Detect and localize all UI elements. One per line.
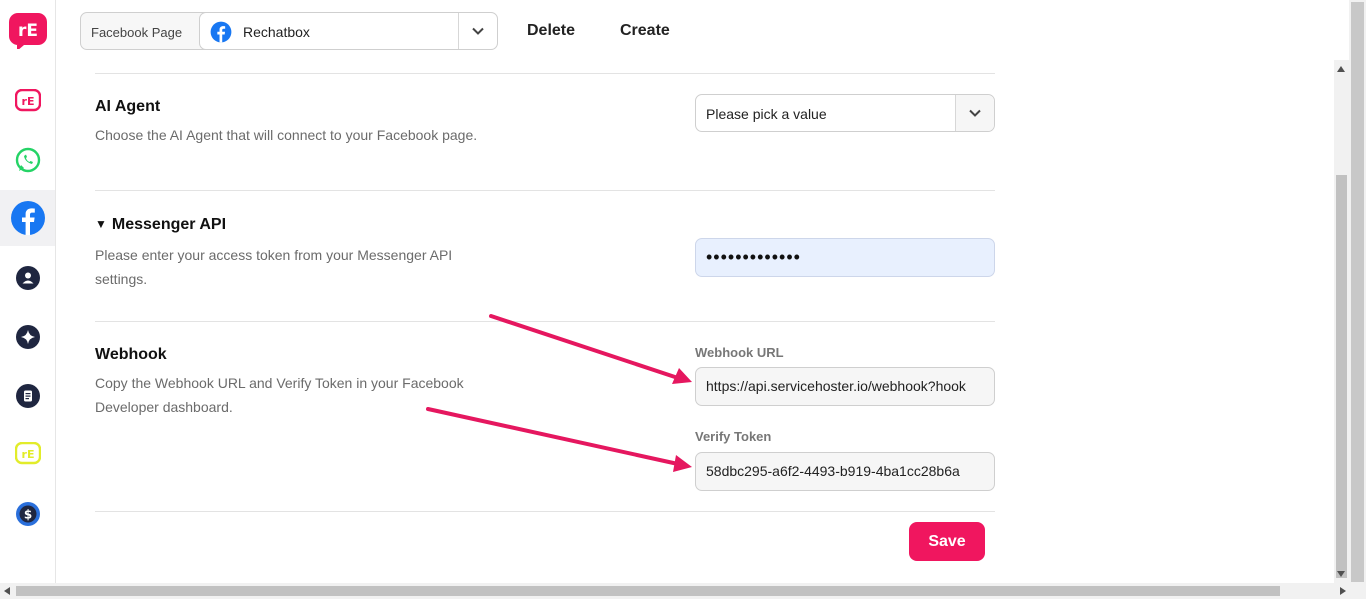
chevron-down-icon[interactable]: [458, 13, 497, 49]
ai-agent-select[interactable]: Please pick a value: [695, 94, 995, 132]
whatsapp-icon: [15, 147, 40, 173]
scrollbar-thumb[interactable]: [16, 586, 1280, 596]
verify-token-field[interactable]: 58dbc295-a6f2-4493-b919-4ba1cc28b6a: [695, 452, 995, 491]
content-vertical-scrollbar[interactable]: [1334, 60, 1349, 583]
svg-text:rE: rE: [18, 21, 38, 41]
scroll-right-icon[interactable]: [1340, 587, 1346, 595]
save-button[interactable]: Save: [909, 522, 985, 561]
caret-down-icon: ▼: [95, 217, 107, 231]
ai-agent-select-value: Please pick a value: [706, 106, 827, 122]
divider: [95, 321, 995, 322]
ai-agent-title: AI Agent: [95, 98, 161, 115]
selected-page-name: Rechatbox: [243, 24, 310, 40]
annotation-arrows: [426, 314, 692, 472]
nav-item-facebook[interactable]: [0, 190, 55, 246]
access-token-input[interactable]: •••••••••••••: [695, 238, 995, 277]
horizontal-scrollbar[interactable]: [0, 583, 1366, 599]
scroll-left-icon[interactable]: [4, 587, 10, 595]
page-vertical-scrollbar[interactable]: [1349, 0, 1366, 583]
divider: [95, 73, 995, 74]
svg-text:rE: rE: [21, 95, 34, 108]
contact-icon: [15, 266, 40, 290]
facebook-page-label: Facebook Page: [91, 25, 183, 40]
create-button[interactable]: Create: [620, 22, 670, 40]
messenger-api-title: Messenger API: [111, 216, 227, 233]
scroll-up-icon[interactable]: [1337, 66, 1345, 72]
nav-item-whatsapp[interactable]: [0, 132, 55, 188]
left-nav-rail: rE rE rE $: [0, 0, 56, 583]
rechatbox-yellow-icon: rE: [14, 442, 41, 465]
divider: [95, 190, 995, 191]
svg-text:rE: rE: [21, 448, 34, 461]
divider: [95, 511, 995, 512]
nav-item-billing[interactable]: $: [0, 486, 55, 542]
rechatbox-logo-icon: rE: [14, 89, 41, 112]
messenger-api-toggle[interactable]: ▼ Messenger API: [95, 216, 226, 234]
rechatbox-logo-icon[interactable]: rE: [9, 13, 47, 49]
webhook-description: Copy the Webhook URL and Verify Token in…: [95, 375, 464, 415]
billing-dollar-icon: $: [15, 502, 40, 526]
scroll-down-icon[interactable]: [1337, 571, 1345, 577]
messenger-api-description: Please enter your access token from your…: [95, 247, 453, 287]
scrollbar-thumb[interactable]: [1351, 2, 1364, 582]
nav-item-documents[interactable]: [0, 368, 55, 424]
delete-button[interactable]: Delete: [527, 22, 575, 40]
facebook-page-selector: Facebook Page Rechatbox: [80, 12, 498, 50]
chevron-down-icon[interactable]: [955, 95, 994, 131]
facebook-icon: [10, 201, 45, 235]
webhook-title: Webhook: [95, 346, 167, 363]
ai-agent-description: Choose the AI Agent that will connect to…: [95, 127, 478, 143]
nav-item-contacts[interactable]: [0, 250, 55, 306]
nav-item-rechatbox-yellow[interactable]: rE: [0, 426, 55, 482]
webhook-url-label: Webhook URL: [695, 345, 784, 360]
verify-token-label: Verify Token: [695, 429, 772, 444]
ai-sparkle-icon: [15, 325, 40, 349]
svg-text:$: $: [23, 508, 31, 522]
annotation-arrow-icon: [489, 314, 692, 384]
document-icon: [15, 384, 40, 408]
nav-item-ai[interactable]: [0, 309, 55, 365]
facebook-page-dropdown[interactable]: Rechatbox: [199, 12, 498, 50]
nav-item-rechatbox[interactable]: rE: [0, 73, 55, 129]
webhook-url-field[interactable]: https://api.servicehoster.io/webhook?hoo…: [695, 367, 995, 406]
facebook-icon: [210, 21, 232, 43]
scrollbar-thumb[interactable]: [1336, 175, 1347, 578]
